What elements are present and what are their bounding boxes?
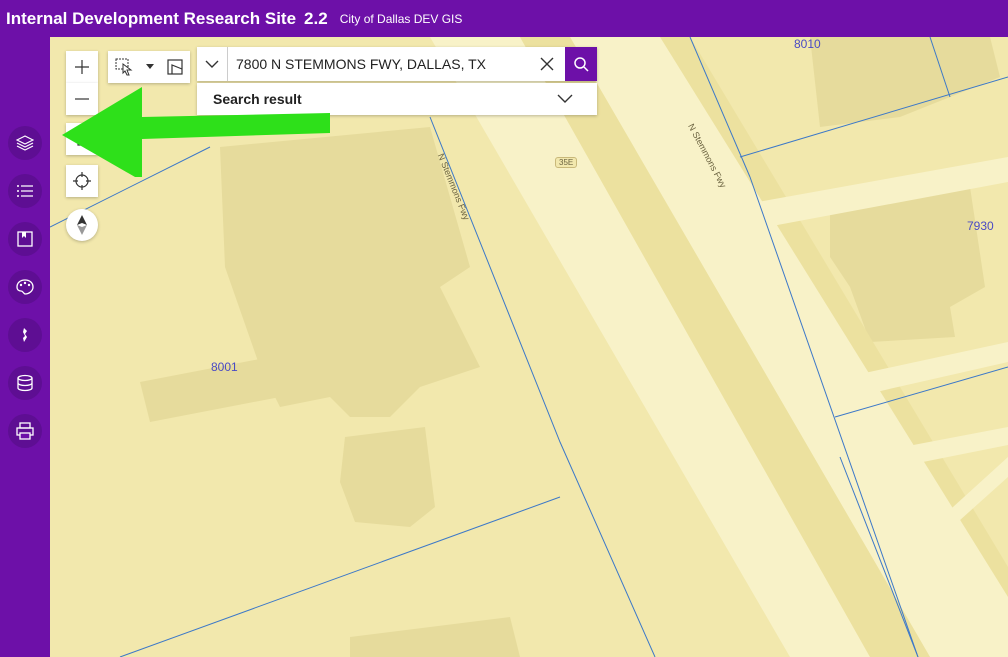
compass-button[interactable]	[66, 209, 98, 241]
layers-icon	[16, 135, 34, 151]
basemap-palette-icon	[16, 279, 34, 295]
legend-button[interactable]	[8, 174, 42, 208]
layers-button[interactable]	[8, 126, 42, 160]
bookmarks-button[interactable]	[8, 222, 42, 256]
select-tool[interactable]	[108, 51, 190, 83]
parcel-label: 8010	[794, 37, 821, 51]
search-source-dropdown[interactable]	[197, 47, 228, 81]
legend-list-icon	[17, 185, 33, 197]
chevron-down-icon	[205, 60, 219, 68]
print-icon	[16, 422, 34, 440]
app-version: 2.2	[304, 8, 328, 28]
search-button[interactable]	[565, 47, 597, 81]
clear-search-button[interactable]	[529, 47, 565, 81]
close-icon	[540, 57, 554, 71]
zoom-in-button[interactable]	[66, 51, 98, 83]
search-widget	[197, 47, 597, 81]
basemap-button[interactable]	[8, 270, 42, 304]
parcel-label: 7930	[967, 219, 994, 233]
app-header: Internal Development Research Site 2.2 C…	[0, 0, 1008, 37]
app-title: Internal Development Research Site	[6, 8, 297, 28]
caret-down-icon[interactable]	[145, 64, 154, 70]
left-toolbar	[0, 37, 50, 657]
select-cursor-icon	[115, 58, 133, 76]
print-button[interactable]	[8, 414, 42, 448]
search-input[interactable]	[228, 48, 529, 80]
bookmark-icon	[17, 231, 33, 247]
annotation-arrow	[62, 87, 330, 177]
search-icon	[574, 57, 589, 72]
chevron-down-icon	[557, 94, 573, 103]
data-button[interactable]	[8, 366, 42, 400]
compass-icon	[77, 215, 87, 235]
database-icon	[17, 374, 33, 392]
measure-button[interactable]	[8, 318, 42, 352]
app-subtitle: City of Dallas DEV GIS	[339, 11, 463, 26]
plus-icon	[75, 60, 89, 74]
select-area-icon[interactable]	[167, 59, 183, 75]
measure-icon	[23, 328, 27, 342]
highway-shield: 35E	[555, 157, 578, 168]
map-view[interactable]: 8010 7930 8001 N Stemmons Fwy N Stemmons…	[50, 37, 1008, 657]
parcel-label: 8001	[211, 360, 238, 374]
